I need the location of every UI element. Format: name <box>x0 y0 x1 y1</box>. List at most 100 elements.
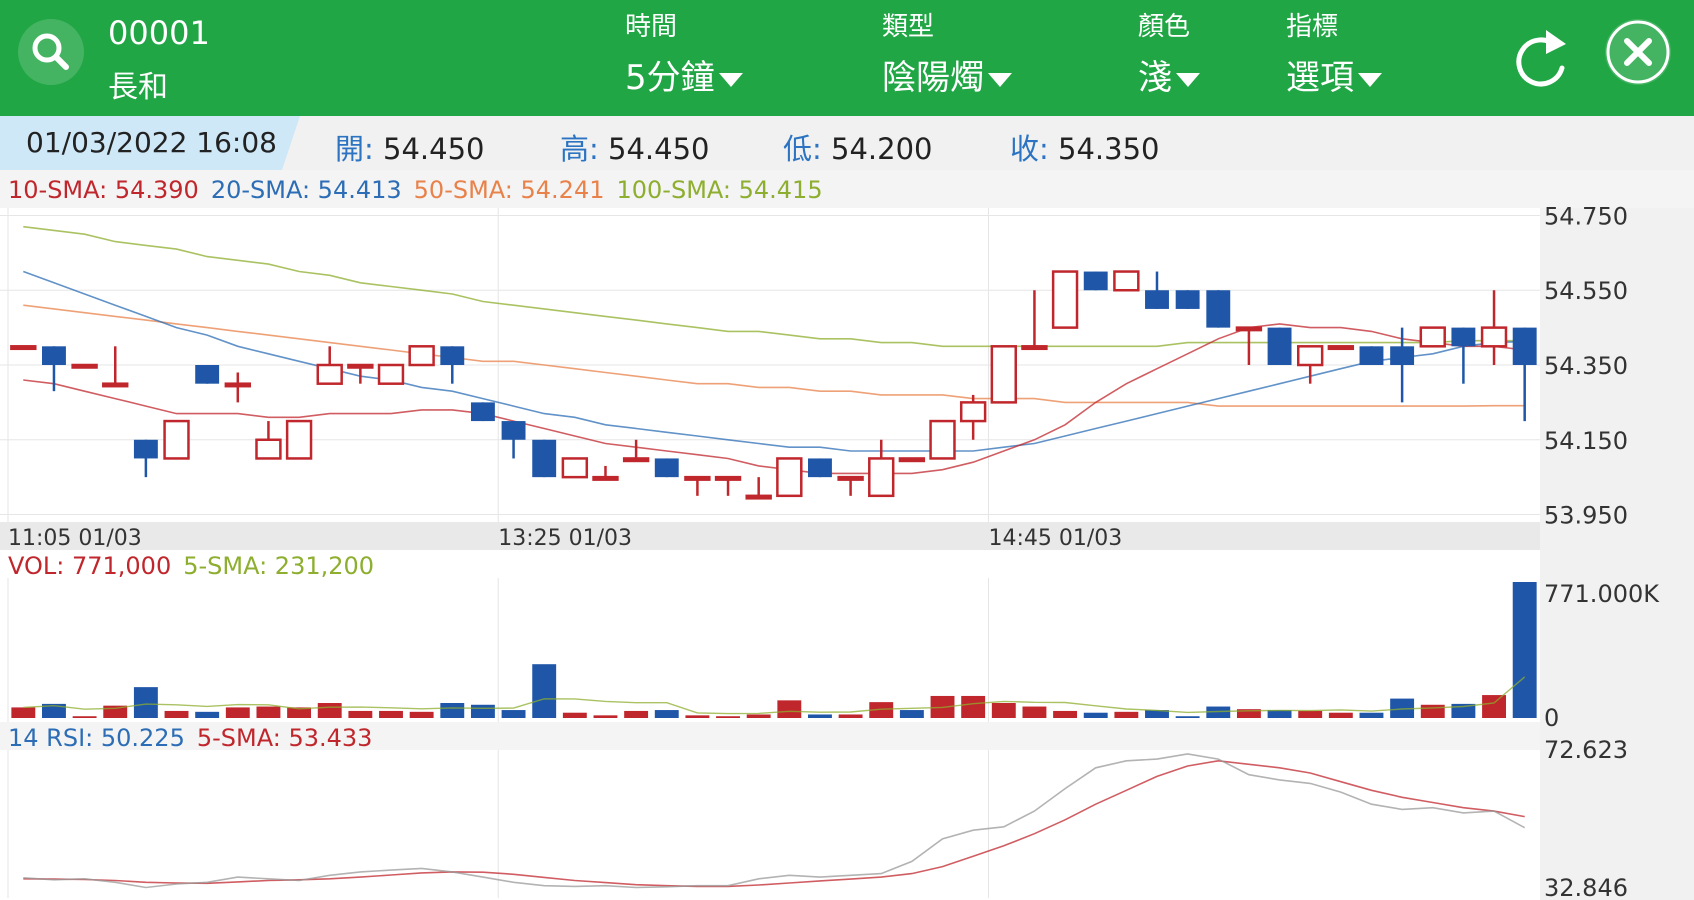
candle-body <box>133 439 158 459</box>
sma100-line <box>23 225 1525 348</box>
rsi-y-tick-label: 32.846 <box>1544 874 1628 900</box>
time-interval-menu[interactable]: 時間 5分鐘 <box>625 12 743 98</box>
indicator-menu-label: 指標 <box>1286 12 1339 42</box>
candle-body <box>347 363 374 369</box>
candle-body <box>776 457 803 498</box>
volume-bar <box>532 664 557 718</box>
candle-body <box>592 475 619 481</box>
candle-body <box>102 382 129 388</box>
volume-bar <box>133 687 158 718</box>
top-toolbar: 00001 長和 時間 5分鐘 類型 陰陽燭 顏色 淺 指標 選項 <box>0 0 1694 116</box>
color-menu-value: 淺 <box>1138 58 1172 98</box>
volume-bar <box>1512 582 1537 718</box>
candle-body <box>1235 326 1263 332</box>
open-value: 開: 54.450 <box>335 132 485 166</box>
close-value: 收: 54.350 <box>1010 132 1160 166</box>
candle-body <box>1206 290 1231 328</box>
volume-bar <box>838 714 863 718</box>
rsi-line <box>23 753 1526 889</box>
indicator-menu[interactable]: 指標 選項 <box>1286 12 1382 98</box>
volume-bar <box>379 710 403 718</box>
rsi-legend-1: 14 RSI: 50.225 <box>8 724 185 752</box>
search-button[interactable] <box>18 19 84 85</box>
bar-datetime: 01/03/2022 16:08 <box>26 126 277 159</box>
price-y-tick-label: 54.550 <box>1544 277 1628 305</box>
refresh-icon[interactable] <box>1510 22 1576 94</box>
candle-body <box>224 382 251 388</box>
candle-body <box>42 346 66 365</box>
candle-body <box>1175 290 1200 309</box>
dropdown-caret-icon <box>718 72 743 87</box>
volume-y-tick-label: 771.000K <box>1544 580 1660 608</box>
chart-type-menu[interactable]: 類型 陰陽燭 <box>882 12 1012 98</box>
volume-bar <box>1328 712 1353 718</box>
volume-bar <box>624 710 649 718</box>
sma-legend-2: 20-SMA: 54.413 <box>211 176 402 204</box>
dropdown-caret-icon <box>988 72 1012 87</box>
time-menu-value: 5分鐘 <box>625 58 715 98</box>
sma-legend-3: 50-SMA: 54.241 <box>414 176 605 204</box>
volume-bar <box>440 703 465 718</box>
candle-body <box>1451 327 1476 347</box>
stock-chart[interactable]: 10-SMA: 54.390 20-SMA: 54.413 50-SMA: 54.2… <box>0 170 1694 900</box>
candle-body <box>837 475 864 481</box>
candle-body <box>195 365 220 384</box>
candle-body <box>532 439 557 478</box>
candle-body <box>163 419 190 460</box>
volume-bar <box>11 707 36 718</box>
volume-bar <box>1022 706 1047 718</box>
dropdown-caret-icon <box>1358 72 1382 87</box>
sma-legend-4: 100-SMA: 54.415 <box>616 176 822 204</box>
candle-body <box>285 419 313 460</box>
candle-body <box>1267 327 1292 365</box>
sma-legend-1: 10-SMA: 54.390 <box>8 176 199 204</box>
volume-bar <box>256 706 281 718</box>
candle-body <box>71 363 98 369</box>
candle-body <box>622 457 650 463</box>
volume-bar <box>195 711 220 718</box>
candle-body <box>868 457 895 498</box>
price-y-tick-label: 54.750 <box>1544 202 1628 230</box>
high-value: 高: 54.450 <box>560 132 710 166</box>
volume-bar <box>1267 710 1292 718</box>
candle-body <box>255 438 282 460</box>
volume-bar <box>593 715 618 718</box>
candle-body <box>684 475 711 481</box>
volume-bar <box>1482 695 1506 718</box>
symbol-name: 長和 <box>108 70 168 105</box>
time-axis-label: 13:25 01/03 <box>498 526 632 551</box>
candle-body <box>654 458 679 478</box>
symbol-code: 00001 <box>108 14 210 52</box>
candle-body <box>1359 346 1384 365</box>
close-button[interactable] <box>1605 19 1671 85</box>
candle-body <box>501 421 526 440</box>
volume-legend-1: VOL: 771,000 <box>8 552 171 580</box>
candle-body <box>714 475 742 481</box>
volume-bar <box>716 716 740 718</box>
volume-bar <box>685 715 710 718</box>
candle-body <box>929 419 956 460</box>
volume-bar <box>1420 704 1445 718</box>
candle-body <box>1297 345 1324 367</box>
candle-body <box>1327 345 1355 351</box>
candle-body <box>408 345 435 367</box>
ohlc-info-bar: 01/03/2022 16:08 開: 54.450 高: 54.450 低: … <box>0 116 1694 170</box>
candle-body <box>1113 270 1140 292</box>
candle-body <box>1512 327 1537 365</box>
time-axis-label: 14:45 01/03 <box>988 526 1122 551</box>
candle-body <box>1390 346 1415 365</box>
volume-bar <box>164 710 189 718</box>
volume-bar <box>1175 716 1200 718</box>
volume-bar <box>1053 710 1078 718</box>
close-icon <box>1606 20 1670 84</box>
type-menu-label: 類型 <box>882 12 935 42</box>
candle-body <box>1480 326 1508 348</box>
indicator-menu-value: 選項 <box>1286 58 1354 98</box>
candle-body <box>1419 326 1446 348</box>
volume-y-tick-label: 0 <box>1544 704 1559 732</box>
low-value: 低: 54.200 <box>783 132 933 166</box>
candle-body <box>1145 290 1169 309</box>
search-icon <box>32 33 69 70</box>
color-theme-menu[interactable]: 顏色 淺 <box>1138 12 1200 98</box>
candle-body <box>561 457 589 479</box>
